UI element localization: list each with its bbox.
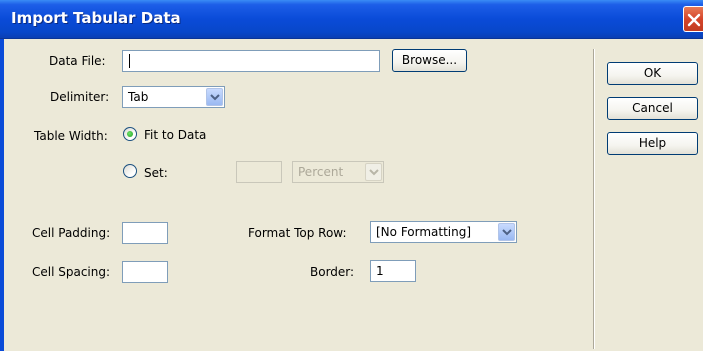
help-button[interactable]: Help [607, 132, 698, 155]
cell-padding-input[interactable] [122, 222, 168, 244]
close-button[interactable] [683, 6, 703, 32]
dialog-title: Import Tabular Data [11, 9, 181, 27]
fit-to-data-radio[interactable] [123, 127, 137, 141]
browse-button[interactable]: Browse... [392, 49, 467, 72]
title-bar[interactable]: Import Tabular Data [0, 0, 703, 39]
format-top-row-dropdown-arrow[interactable] [498, 223, 515, 241]
dialog-body: Data File: Browse... Delimiter: Tab Tabl… [0, 39, 703, 351]
import-tabular-data-dialog: Import Tabular Data Data File: Browse...… [0, 0, 703, 351]
text-caret [129, 54, 130, 68]
width-unit-value: Percent [298, 165, 344, 179]
cell-padding-label: Cell Padding: [32, 226, 111, 240]
width-unit-select[interactable]: Percent [292, 161, 384, 183]
data-file-input[interactable] [122, 50, 380, 72]
width-unit-dropdown-arrow[interactable] [365, 163, 382, 181]
cell-spacing-input[interactable] [122, 261, 168, 283]
cancel-button[interactable]: Cancel [607, 97, 698, 120]
chevron-down-icon [210, 94, 220, 101]
border-label: Border: [310, 265, 355, 279]
fit-to-data-label[interactable]: Fit to Data [144, 128, 206, 142]
data-file-label: Data File: [49, 54, 106, 68]
set-width-radio[interactable] [123, 164, 137, 178]
chevron-down-icon [502, 229, 512, 236]
border-input[interactable]: 1 [370, 260, 416, 282]
delimiter-dropdown-arrow[interactable] [206, 88, 223, 106]
ok-button[interactable]: OK [607, 62, 698, 85]
vertical-divider [593, 49, 594, 349]
chevron-down-icon [369, 169, 379, 176]
set-width-input[interactable] [236, 161, 282, 183]
format-top-row-select[interactable]: [No Formatting] [370, 221, 517, 243]
format-top-row-value: [No Formatting] [376, 225, 472, 239]
delimiter-label: Delimiter: [50, 90, 110, 104]
table-width-label: Table Width: [34, 129, 108, 143]
set-width-label[interactable]: Set: [144, 166, 168, 180]
format-top-row-label: Format Top Row: [248, 226, 347, 240]
delimiter-select[interactable]: Tab [122, 86, 225, 108]
radio-selected-dot [127, 131, 133, 137]
delimiter-value: Tab [128, 90, 149, 104]
cell-spacing-label: Cell Spacing: [32, 265, 111, 279]
close-icon [687, 13, 701, 27]
